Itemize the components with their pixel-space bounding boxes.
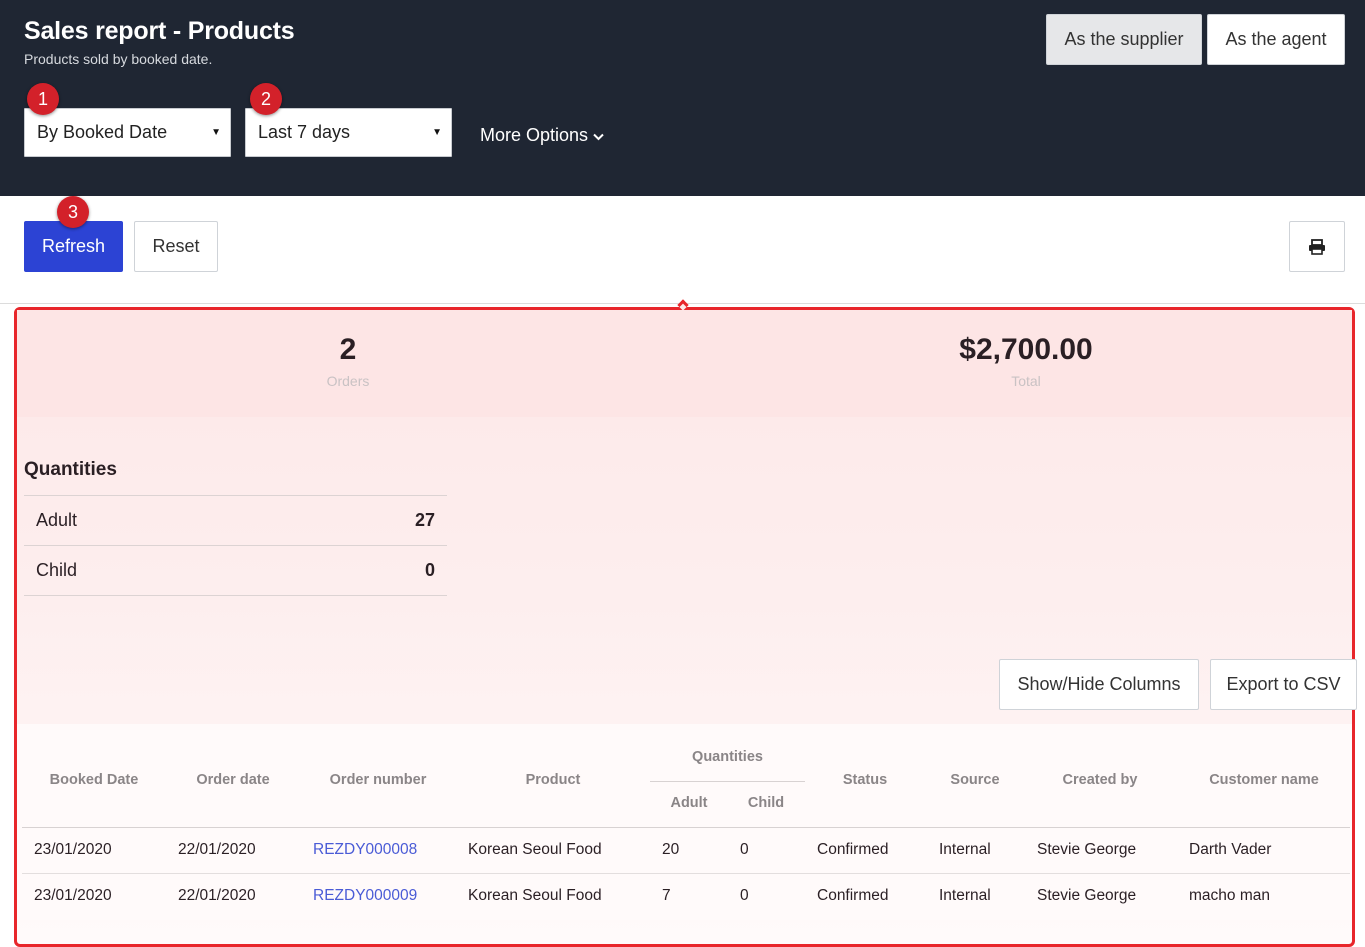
more-options-label: More Options [480, 125, 589, 145]
column-header-status[interactable]: Status [825, 772, 905, 788]
step-badge-3: 3 [57, 196, 89, 228]
step-badge-2: 2 [250, 83, 282, 115]
cell-created-by: Stevie George [1037, 887, 1137, 904]
cell-status: Confirmed [817, 887, 889, 904]
cell-adult: 20 [662, 841, 680, 858]
quantity-label: Adult [36, 510, 78, 530]
column-group-quantities: Quantities [692, 749, 763, 765]
order-number-link[interactable]: REZDY000008 [313, 841, 417, 859]
date-basis-select[interactable]: By Booked Date ▼ [24, 108, 231, 157]
column-header-created-by[interactable]: Created by [1045, 772, 1155, 788]
page-subtitle: Products sold by booked date. [24, 51, 213, 67]
caret-down-icon: ▼ [432, 127, 442, 138]
quantities-row-adult: Adult 27 [24, 496, 447, 546]
quantity-value: 0 [424, 560, 435, 580]
date-range-select-value: Last 7 days [258, 122, 351, 142]
cell-customer-name: Darth Vader [1189, 841, 1272, 858]
cell-created-by: Stevie George [1037, 841, 1137, 858]
reset-button[interactable]: Reset [134, 221, 218, 272]
quantities-heading: Quantities [24, 459, 117, 480]
column-header-order-number[interactable]: Order number [318, 772, 438, 788]
column-header-customer-name[interactable]: Customer name [1194, 772, 1334, 788]
date-basis-select-value: By Booked Date [37, 122, 168, 142]
column-header-child[interactable]: Child [736, 795, 796, 811]
cell-product: Korean Seoul Food [468, 887, 602, 904]
cell-adult: 7 [662, 887, 671, 904]
table-row-divider [22, 873, 1350, 874]
column-group-divider [650, 781, 805, 782]
total-amount: $2,700.00 [959, 333, 1093, 366]
column-header-booked-date[interactable]: Booked Date [32, 772, 156, 788]
cell-child: 0 [740, 887, 749, 904]
printer-icon [1309, 238, 1325, 255]
cell-status: Confirmed [817, 841, 889, 858]
export-csv-button[interactable]: Export to CSV [1210, 659, 1357, 710]
refresh-button[interactable]: Refresh [24, 221, 123, 272]
chevron-down-icon [593, 133, 604, 140]
column-header-source[interactable]: Source [935, 772, 1015, 788]
date-range-select[interactable]: Last 7 days ▼ [245, 108, 452, 157]
cell-child: 0 [740, 841, 749, 858]
column-header-order-date[interactable]: Order date [178, 772, 288, 788]
orders-count: 2 [339, 333, 357, 366]
as-agent-button[interactable]: As the agent [1207, 14, 1345, 65]
cell-booked-date: 23/01/2020 [34, 841, 112, 858]
caret-down-icon: ▼ [211, 127, 221, 138]
column-header-product[interactable]: Product [503, 772, 603, 788]
print-button[interactable] [1289, 221, 1345, 272]
orders-label: Orders [326, 373, 370, 389]
order-number-link[interactable]: REZDY000009 [313, 887, 417, 905]
as-supplier-button[interactable]: As the supplier [1046, 14, 1202, 65]
cell-order-date: 22/01/2020 [178, 841, 256, 858]
more-options-toggle[interactable]: More Options [480, 125, 604, 146]
quantity-label: Child [36, 560, 78, 580]
cell-booked-date: 23/01/2020 [34, 887, 112, 904]
step-badge-1: 1 [27, 83, 59, 115]
cell-source: Internal [939, 887, 991, 904]
page-title: Sales report - Products [24, 17, 295, 45]
quantities-row-child: Child 0 [24, 546, 447, 596]
cell-source: Internal [939, 841, 991, 858]
cell-customer-name: macho man [1189, 887, 1270, 904]
total-label: Total [1011, 373, 1041, 389]
column-header-adult[interactable]: Adult [659, 795, 719, 811]
cell-order-date: 22/01/2020 [178, 887, 256, 904]
quantities-table: Adult 27 Child 0 [24, 495, 447, 596]
show-hide-columns-button[interactable]: Show/Hide Columns [999, 659, 1199, 710]
cell-product: Korean Seoul Food [468, 841, 602, 858]
quantity-value: 27 [414, 510, 435, 530]
table-header-divider [22, 827, 1350, 828]
